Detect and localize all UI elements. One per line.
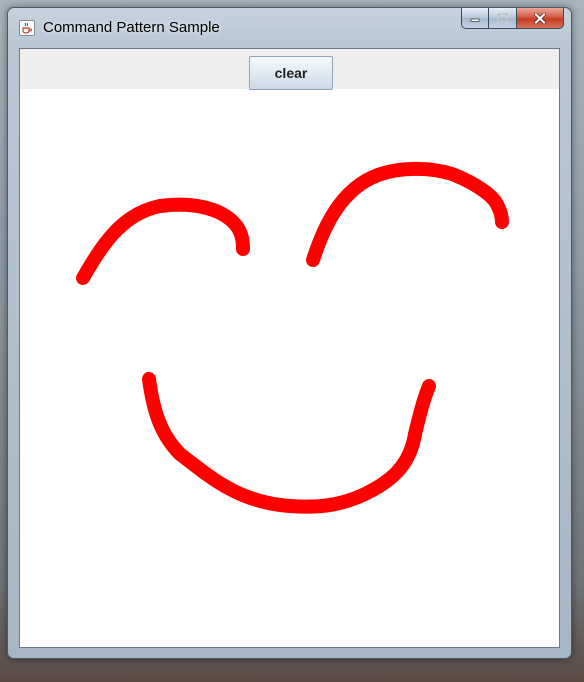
- close-button[interactable]: [517, 8, 564, 29]
- title-bar[interactable]: Command Pattern Sample: [8, 8, 571, 48]
- app-window: Command Pattern Sample clear: [7, 7, 572, 659]
- maximize-icon: [497, 13, 508, 23]
- window-controls: [461, 8, 564, 30]
- window-title: Command Pattern Sample: [43, 19, 220, 36]
- minimize-icon: [470, 18, 480, 22]
- maximize-button[interactable]: [489, 8, 517, 29]
- minimize-button[interactable]: [461, 8, 489, 29]
- drawn-stroke-left-eye: [76, 197, 250, 285]
- java-cup-icon[interactable]: [19, 20, 35, 36]
- drawn-stroke-mouth: [142, 372, 436, 514]
- clear-button[interactable]: clear: [249, 56, 333, 90]
- toolbar: clear: [20, 49, 559, 90]
- drawing-canvas[interactable]: [20, 89, 559, 647]
- close-icon: [534, 12, 546, 24]
- drawn-stroke-right-eye: [306, 161, 509, 267]
- content-pane: clear: [19, 48, 560, 648]
